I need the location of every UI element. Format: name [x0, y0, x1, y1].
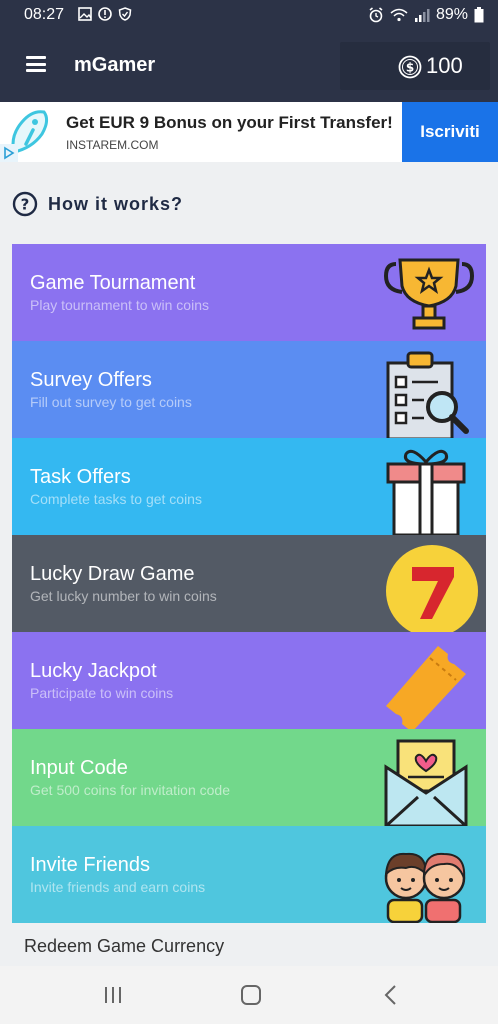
svg-text:?: ?	[21, 196, 30, 214]
lucky-seven-icon	[386, 545, 478, 632]
friends-icon	[384, 852, 466, 923]
status-bar: 08:27 89%	[0, 0, 498, 30]
system-nav-bar	[0, 966, 498, 1024]
dollar-coin-icon: $	[398, 55, 422, 79]
card-subtitle: Complete tasks to get coins	[30, 491, 202, 507]
battery-percent: 89%	[435, 6, 468, 23]
app-bar: mGamer $ 100	[0, 30, 498, 102]
status-time: 08:27	[24, 6, 65, 23]
how-it-works-label: How it works?	[48, 193, 184, 214]
redeem-section-title[interactable]: Redeem Game Currency	[24, 936, 224, 957]
trophy-icon	[383, 258, 475, 330]
survey-clipboard-icon	[386, 351, 469, 438]
card-title: Invite Friends	[30, 854, 151, 876]
status-system-icons: 89%	[368, 6, 484, 24]
alarm-icon	[369, 7, 383, 23]
card-title: Survey Offers	[30, 369, 152, 391]
card-title: Game Tournament	[30, 272, 196, 294]
battery-icon	[474, 7, 484, 23]
coin-balance[interactable]: $ 100	[340, 42, 490, 90]
home-icon[interactable]	[238, 982, 264, 1008]
alert-icon	[98, 7, 112, 21]
coin-count: 100	[426, 53, 463, 78]
ad-url: INSTAREM.COM	[66, 138, 159, 152]
card-subtitle: Participate to win coins	[30, 685, 174, 701]
card-survey-offers[interactable]: Survey Offers Fill out survey to get coi…	[12, 341, 486, 438]
card-title: Lucky Jackpot	[30, 660, 157, 682]
ad-title: Get EUR 9 Bonus on your First Transfer!	[66, 113, 393, 132]
feature-card-list: Game Tournament Play tournament to win c…	[12, 244, 486, 923]
card-input-code[interactable]: Input Code Get 500 coins for invitation …	[12, 729, 486, 826]
card-subtitle: Invite friends and earn coins	[30, 879, 206, 895]
how-it-works-link[interactable]: ? How it works?	[12, 190, 183, 218]
shield-icon	[118, 7, 132, 21]
adchoices-play-icon[interactable]	[0, 144, 18, 162]
ticket-icon	[386, 646, 466, 729]
card-task-offers[interactable]: Task Offers Complete tasks to get coins	[12, 438, 486, 535]
card-lucky-draw-game[interactable]: Lucky Draw Game Get lucky number to win …	[12, 535, 486, 632]
status-notification-icons	[78, 7, 132, 21]
svg-text:$: $	[406, 61, 414, 75]
card-subtitle: Get lucky number to win coins	[30, 588, 217, 604]
card-game-tournament[interactable]: Game Tournament Play tournament to win c…	[12, 244, 486, 341]
gift-icon	[386, 449, 466, 535]
help-question-icon: ?	[12, 191, 38, 217]
recent-apps-icon[interactable]	[100, 982, 126, 1008]
card-lucky-jackpot[interactable]: Lucky Jackpot Participate to win coins	[12, 632, 486, 729]
card-title: Input Code	[30, 757, 128, 779]
card-subtitle: Get 500 coins for invitation code	[30, 782, 231, 798]
ad-cta-button[interactable]: Iscriviti	[402, 102, 498, 162]
signal-icon	[414, 9, 430, 22]
back-icon[interactable]	[378, 982, 404, 1008]
ad-banner[interactable]: Get EUR 9 Bonus on your First Transfer! …	[0, 102, 498, 162]
wifi-icon	[390, 8, 408, 22]
card-title: Task Offers	[30, 466, 131, 488]
card-subtitle: Fill out survey to get coins	[30, 394, 192, 410]
card-subtitle: Play tournament to win coins	[30, 297, 209, 313]
gallery-icon	[78, 7, 92, 21]
card-invite-friends[interactable]: Invite Friends Invite friends and earn c…	[12, 826, 486, 923]
card-title: Lucky Draw Game	[30, 563, 195, 585]
invitation-envelope-icon	[384, 739, 468, 826]
app-title: mGamer	[74, 54, 156, 76]
hamburger-menu-icon[interactable]	[26, 56, 46, 72]
